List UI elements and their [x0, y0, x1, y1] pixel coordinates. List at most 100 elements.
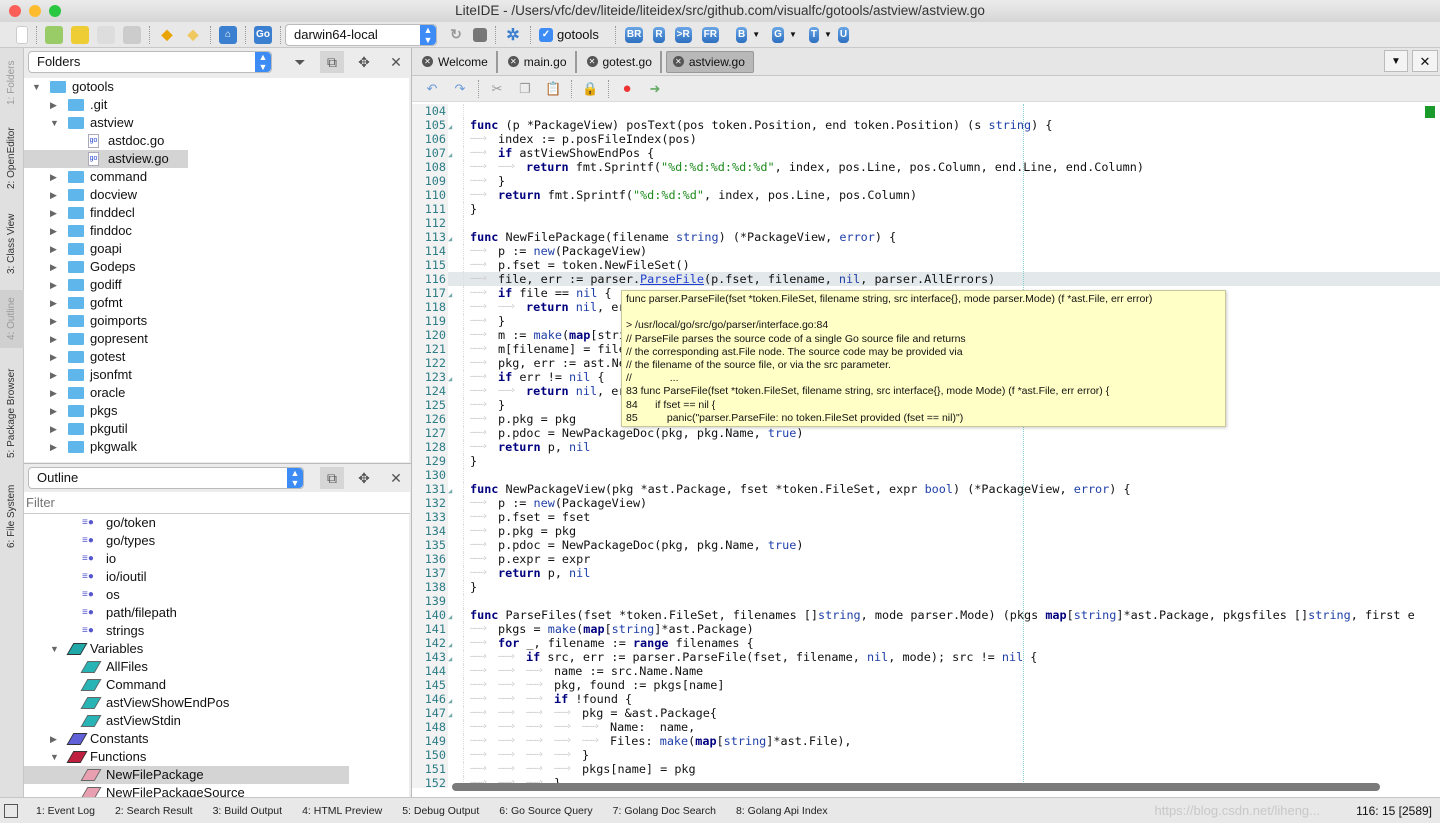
file-run-button[interactable]: FR — [701, 26, 720, 43]
gear-icon[interactable]: ✲ — [504, 26, 522, 44]
tree-item[interactable]: ▶ command — [24, 168, 409, 186]
close-editor-icon[interactable]: ✕ — [1412, 50, 1438, 72]
collapsed-arrow-icon[interactable]: ▶ — [50, 294, 60, 312]
code-line[interactable]: 138} — [412, 580, 1440, 594]
output-tab[interactable]: 2: Search Result — [115, 805, 193, 817]
close-tab-icon[interactable]: ✕ — [507, 56, 519, 67]
collapsed-arrow-icon[interactable]: ▶ — [50, 438, 60, 456]
open-file-icon[interactable] — [45, 25, 63, 44]
outline-item[interactable]: ≡● strings — [24, 622, 409, 640]
code-line[interactable]: 109 ———›} — [412, 174, 1440, 188]
code-line[interactable]: 135 ———› p.pdoc = NewPackageDoc(pkg, pkg.N… — [412, 538, 1440, 552]
tree-item[interactable]: ▶ godiff — [24, 276, 409, 294]
collapsed-arrow-icon[interactable]: ▶ — [50, 384, 60, 402]
breakpoint-icon[interactable]: ● — [619, 80, 635, 97]
tab-list-dropdown-icon[interactable]: ▼ — [1384, 50, 1408, 72]
run-button[interactable]: R — [653, 26, 665, 43]
build-menu-button[interactable]: B — [736, 26, 748, 43]
build-run-button[interactable]: BR — [624, 26, 644, 43]
expanded-arrow-icon[interactable]: ▼ — [32, 78, 42, 96]
code-line[interactable]: 115 ———› p.fset = token.NewFileSet() — [412, 258, 1440, 272]
tree-item[interactable]: ▶ jsonfmt — [24, 366, 409, 384]
outline-item[interactable]: NewFilePackage — [24, 766, 349, 784]
code-line[interactable]: 146 ◢ ———› ———› ———› if !found { — [412, 692, 1440, 706]
open-folder-icon[interactable] — [71, 25, 89, 44]
close-tab-icon[interactable]: ✕ — [422, 56, 433, 67]
save-icon[interactable] — [97, 25, 115, 44]
get-menu-button[interactable]: G — [772, 26, 784, 43]
lock-icon[interactable]: 🔒 — [582, 81, 598, 97]
goto-icon[interactable]: ➜ — [647, 81, 663, 97]
side-tab-outline[interactable]: 4: Outline — [0, 290, 24, 348]
outline-item[interactable]: AllFiles — [24, 658, 409, 676]
minimize-window-button[interactable] — [29, 5, 41, 17]
code-line[interactable]: 144 ———› ———› ———› name := src.Name.Name — [412, 664, 1440, 678]
expanded-arrow-icon[interactable]: ▼ — [50, 640, 60, 658]
code-line[interactable]: 114 ———› p := new(PackageView) — [412, 244, 1440, 258]
go-button[interactable]: Go — [254, 25, 272, 44]
tree-item[interactable]: ▶ gotest — [24, 348, 409, 366]
side-tab-package-browser[interactable]: 5: Package Browser — [0, 358, 24, 468]
collapsed-arrow-icon[interactable]: ▶ — [50, 222, 60, 240]
outline-item[interactable]: ≡● go/token — [24, 514, 409, 532]
outline-item[interactable]: ▼ Functions — [24, 748, 409, 766]
outline-item[interactable]: astViewShowEndPos — [24, 694, 409, 712]
code-line[interactable]: 134 ———› p.pkg = pkg — [412, 524, 1440, 538]
collapsed-arrow-icon[interactable]: ▶ — [50, 312, 60, 330]
collapsed-arrow-icon[interactable]: ▶ — [50, 730, 60, 748]
run-term-button[interactable]: >R — [674, 26, 692, 43]
code-line[interactable]: 149 ———› ———› ———› ———› ———› Files: make(map[s… — [412, 734, 1440, 748]
output-tab[interactable]: 1: Event Log — [36, 805, 95, 817]
outline-item[interactable]: ≡● os — [24, 586, 409, 604]
output-tab[interactable]: 6: Go Source Query — [499, 805, 592, 817]
tree-item[interactable]: ▶ .git — [24, 96, 409, 114]
outline-item[interactable]: ▼ Variables — [24, 640, 409, 658]
code-line[interactable]: 107 ◢ ———› if astViewShowEndPos { — [412, 146, 1440, 160]
copy-icon[interactable]: ❐ — [517, 81, 533, 97]
outline-item[interactable]: ▶ Constants — [24, 730, 409, 748]
code-line[interactable]: 110 ———› return fmt.Sprintf("%d:%d:%d", in… — [412, 188, 1440, 202]
collapsed-arrow-icon[interactable]: ▶ — [50, 240, 60, 258]
expanded-arrow-icon[interactable]: ▼ — [50, 114, 60, 132]
close-icon[interactable]: ✕ — [384, 467, 408, 489]
output-tab[interactable]: 8: Golang Api Index — [736, 805, 828, 817]
code-line[interactable]: 141 ———› pkgs = make(map[string]*ast.Packa… — [412, 622, 1440, 636]
close-window-button[interactable] — [9, 5, 21, 17]
cut-icon[interactable]: ✂ — [489, 81, 505, 97]
tree-item[interactable]: ▶ goapi — [24, 240, 409, 258]
collapsed-arrow-icon[interactable]: ▶ — [50, 96, 60, 114]
home-icon[interactable]: ⌂ — [219, 25, 237, 44]
code-line[interactable]: 132 ———› p := new(PackageView) — [412, 496, 1440, 510]
reload-icon[interactable]: ↻ — [447, 26, 465, 44]
code-line[interactable]: 129} — [412, 454, 1440, 468]
outline-filter-input[interactable] — [24, 492, 410, 514]
toggle-panels-icon[interactable] — [4, 803, 18, 818]
undo-icon[interactable]: ↶ — [424, 81, 440, 97]
code-line[interactable]: 131 ◢ func NewPackageView(pkg *ast.Package… — [412, 482, 1440, 496]
code-line[interactable]: 108 ———› ———› return fmt.Sprintf("%d:%d:%d:… — [412, 160, 1440, 174]
folders-select[interactable]: Folders ▲ ▼ — [28, 51, 272, 73]
side-tab-openeditor[interactable]: 2: OpenEditor — [0, 120, 24, 196]
tree-item[interactable]: ▶ gofmt — [24, 294, 409, 312]
code-line[interactable]: 128 ———› return p, nil — [412, 440, 1440, 454]
move-icon[interactable]: ✥ — [352, 51, 376, 73]
code-line[interactable]: 127 ———› p.pdoc = NewPackageDoc(pkg, pkg.N… — [412, 426, 1440, 440]
forward-arrow-icon[interactable]: ◆ — [184, 26, 202, 44]
code-view[interactable]: 104 105 ◢ func (p *PackageView) posText(pos… — [412, 104, 1440, 788]
code-line[interactable]: 142 ◢ ———› for _, filename := range filenam… — [412, 636, 1440, 650]
tree-item[interactable]: go astdoc.go — [24, 132, 409, 150]
code-line[interactable]: 145 ———› ———› ———› pkg, found := pkgs[name] — [412, 678, 1440, 692]
code-line[interactable]: 148 ———› ———› ———› ———› ———› Name: name, — [412, 720, 1440, 734]
tree-item[interactable]: ▶ finddecl — [24, 204, 409, 222]
outline-item[interactable]: ≡● io — [24, 550, 409, 568]
outline-select[interactable]: Outline ▲ ▼ — [28, 466, 304, 489]
tree-item[interactable]: ▶ pkgutil — [24, 420, 409, 438]
code-line[interactable]: 147 ◢ ———› ———› ———› ———› pkg = &ast.Package{ — [412, 706, 1440, 720]
zoom-window-button[interactable] — [49, 5, 61, 17]
outline-item[interactable]: ≡● go/types — [24, 532, 409, 550]
close-tab-icon[interactable]: ✕ — [586, 56, 598, 67]
code-line[interactable]: 143 ◢ ———› ———› if src, err := parser.ParseF… — [412, 650, 1440, 664]
collapsed-arrow-icon[interactable]: ▶ — [50, 168, 60, 186]
stop-icon[interactable] — [473, 27, 487, 42]
expanded-arrow-icon[interactable]: ▼ — [50, 748, 60, 766]
